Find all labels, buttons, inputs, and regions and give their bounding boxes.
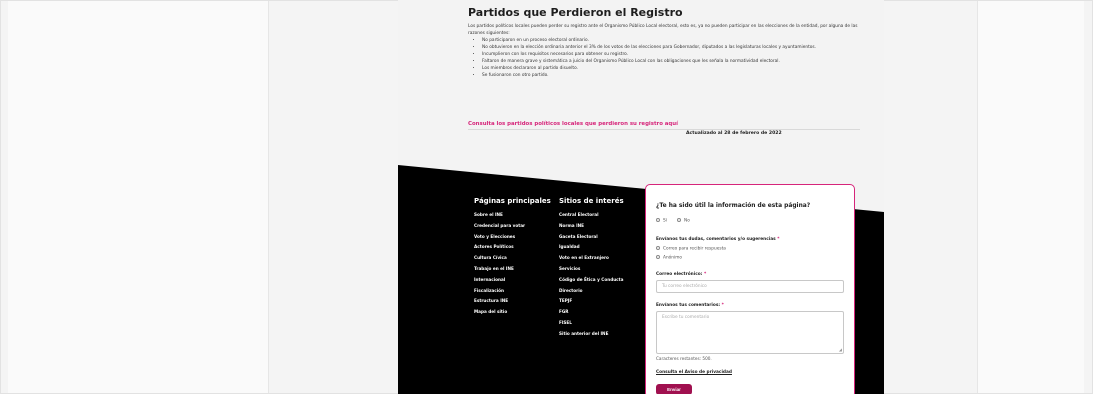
footer-link[interactable]: Fiscalización [474, 286, 564, 297]
footer-link[interactable]: Voto en el Extranjero [559, 253, 649, 264]
footer-link[interactable]: Voto y Elecciones [474, 232, 564, 243]
footer-link[interactable]: Sitio anterior del INE [559, 329, 649, 340]
radio-label: Sí [663, 218, 667, 224]
comments-placeholder: Escribe tu comentario [662, 315, 710, 320]
feedback-label-text: Envíanos tus dudas, comentarios y/o suge… [656, 237, 776, 242]
radio-anonymous[interactable]: Anónimo [656, 255, 682, 261]
footer-link[interactable]: Cultura Cívica [474, 253, 564, 264]
email-field[interactable]: Tu correo electrónico [656, 280, 844, 293]
radio-circle-icon[interactable] [677, 218, 681, 222]
footer-link[interactable]: Gaceta Electoral [559, 232, 649, 243]
footer-link[interactable]: Servicios [559, 264, 649, 275]
feedback-form: ¿Te ha sido útil la información de esta … [645, 184, 855, 394]
footer-heading-main: Páginas principales [474, 197, 551, 205]
footer-link[interactable]: Igualdad [559, 242, 649, 253]
radio-label: Correo para recibir respuesta [663, 246, 726, 252]
radio-label: Anónimo [663, 255, 683, 261]
radio-yes[interactable]: Sí [656, 218, 667, 224]
footer-link[interactable]: Internacional [474, 275, 564, 286]
radio-label: No [684, 218, 690, 224]
comments-textarea[interactable]: Escribe tu comentario ◢ [656, 311, 844, 354]
footer-interest-sites: Sitios de interés Central Electoral Norm… [559, 197, 649, 340]
footer-link[interactable]: Mapa del sitio [474, 307, 564, 318]
left-gutter [8, 1, 269, 393]
radio-circle-icon[interactable] [656, 255, 660, 259]
footer-link[interactable]: Actores Políticos [474, 242, 564, 253]
footer-link[interactable]: FISEL [559, 318, 649, 329]
privacy-notice-link[interactable]: Consulta el Aviso de privacidad [656, 370, 732, 375]
footer-link[interactable]: TEPJF [559, 296, 649, 307]
footer-link[interactable]: Directorio [559, 286, 649, 297]
footer-link[interactable]: Trabajo en el INE [474, 264, 564, 275]
send-button[interactable]: Enviar [656, 384, 692, 394]
comments-label: Envíanos tus comentarios: * [656, 303, 724, 308]
radio-no[interactable]: No [677, 218, 690, 224]
char-counter: Caracteres restantes: 500. [656, 356, 712, 361]
footer-link[interactable]: FGR [559, 307, 649, 318]
page-viewport: Partidos que Perdieron el Registro Los p… [398, 0, 884, 394]
footer-link[interactable]: Norma INE [559, 221, 649, 232]
radio-circle-icon[interactable] [656, 218, 660, 222]
resize-handle-icon[interactable]: ◢ [839, 347, 842, 352]
feedback-label: Envíanos tus dudas, comentarios y/o suge… [656, 237, 779, 242]
comments-label-text: Envíanos tus comentarios: [656, 303, 721, 308]
email-label: Correo electrónico: * [656, 272, 706, 277]
footer-link[interactable]: Central Electoral [559, 210, 649, 221]
footer-link[interactable]: Estructura INE [474, 296, 564, 307]
footer-heading-interest: Sitios de interés [559, 197, 624, 205]
footer-main-pages: Páginas principales Sobre el INE Credenc… [474, 197, 564, 318]
survey-question: ¿Te ha sido útil la información de esta … [656, 203, 811, 209]
footer-link[interactable]: Credencial para votar [474, 221, 564, 232]
required-mark: * [703, 272, 707, 277]
required-mark: * [777, 237, 780, 242]
required-mark: * [721, 303, 724, 308]
radio-email-reply[interactable]: Correo para recibir respuesta [656, 246, 726, 252]
footer-link[interactable]: Sobre el INE [474, 210, 564, 221]
email-label-text: Correo electrónico: [656, 272, 703, 277]
right-gutter [977, 1, 1084, 393]
footer-link[interactable]: Código de Ética y Conducta [559, 275, 649, 286]
radio-circle-icon[interactable] [656, 246, 660, 250]
